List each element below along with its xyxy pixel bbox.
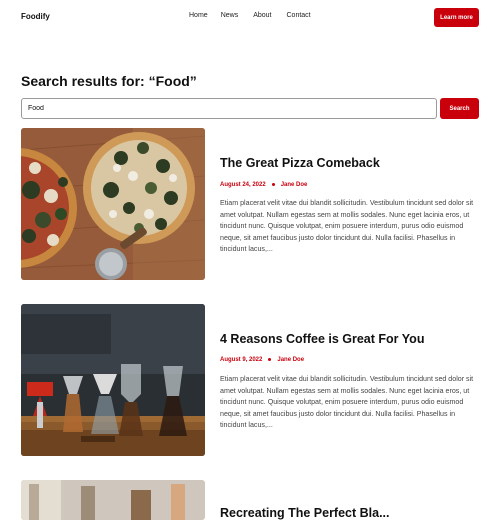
post-author[interactable]: Jane Doe (277, 357, 304, 363)
post-title[interactable]: The Great Pizza Comeback (220, 156, 380, 170)
site-logo[interactable]: Foodify (21, 12, 50, 21)
post-date[interactable]: August 24, 2022 (220, 182, 266, 188)
post-author[interactable]: Jane Doe (281, 182, 308, 188)
search-results-heading: Search results for: “Food” (21, 73, 197, 89)
post-image-pizza[interactable] (21, 128, 205, 280)
site-header: Foodify Home News About Contact Learn mo… (0, 0, 500, 36)
post-excerpt: Etiam placerat velit vitae dui blandit s… (220, 375, 474, 430)
bar-photo (21, 480, 205, 520)
search-button[interactable]: Search (440, 98, 479, 119)
search-input[interactable] (21, 98, 437, 119)
main-nav: Home News About Contact (189, 12, 311, 19)
nav-home-link[interactable]: Home (189, 12, 208, 19)
post-image-coffee[interactable] (21, 304, 205, 456)
post-meta: August 24, 2022 Jane Doe (220, 182, 307, 188)
separator-dot (268, 357, 272, 361)
coffee-photo (21, 304, 205, 456)
post-title[interactable]: 4 Reasons Coffee is Great For You (220, 332, 424, 346)
nav-about-link[interactable]: About (253, 12, 271, 19)
post-image-bar[interactable] (21, 480, 205, 520)
learn-more-button[interactable]: Learn more (434, 8, 479, 27)
pizza-photo (21, 128, 205, 280)
post-excerpt: Etiam placerat velit vitae dui blandit s… (220, 199, 474, 254)
nav-news-link[interactable]: News (221, 12, 239, 19)
separator-dot (271, 182, 275, 186)
post-date[interactable]: August 9, 2022 (220, 357, 262, 363)
post-meta: August 9, 2022 Jane Doe (220, 357, 304, 363)
post-title[interactable]: Recreating The Perfect Bla... (220, 506, 390, 520)
nav-contact-link[interactable]: Contact (287, 12, 311, 19)
